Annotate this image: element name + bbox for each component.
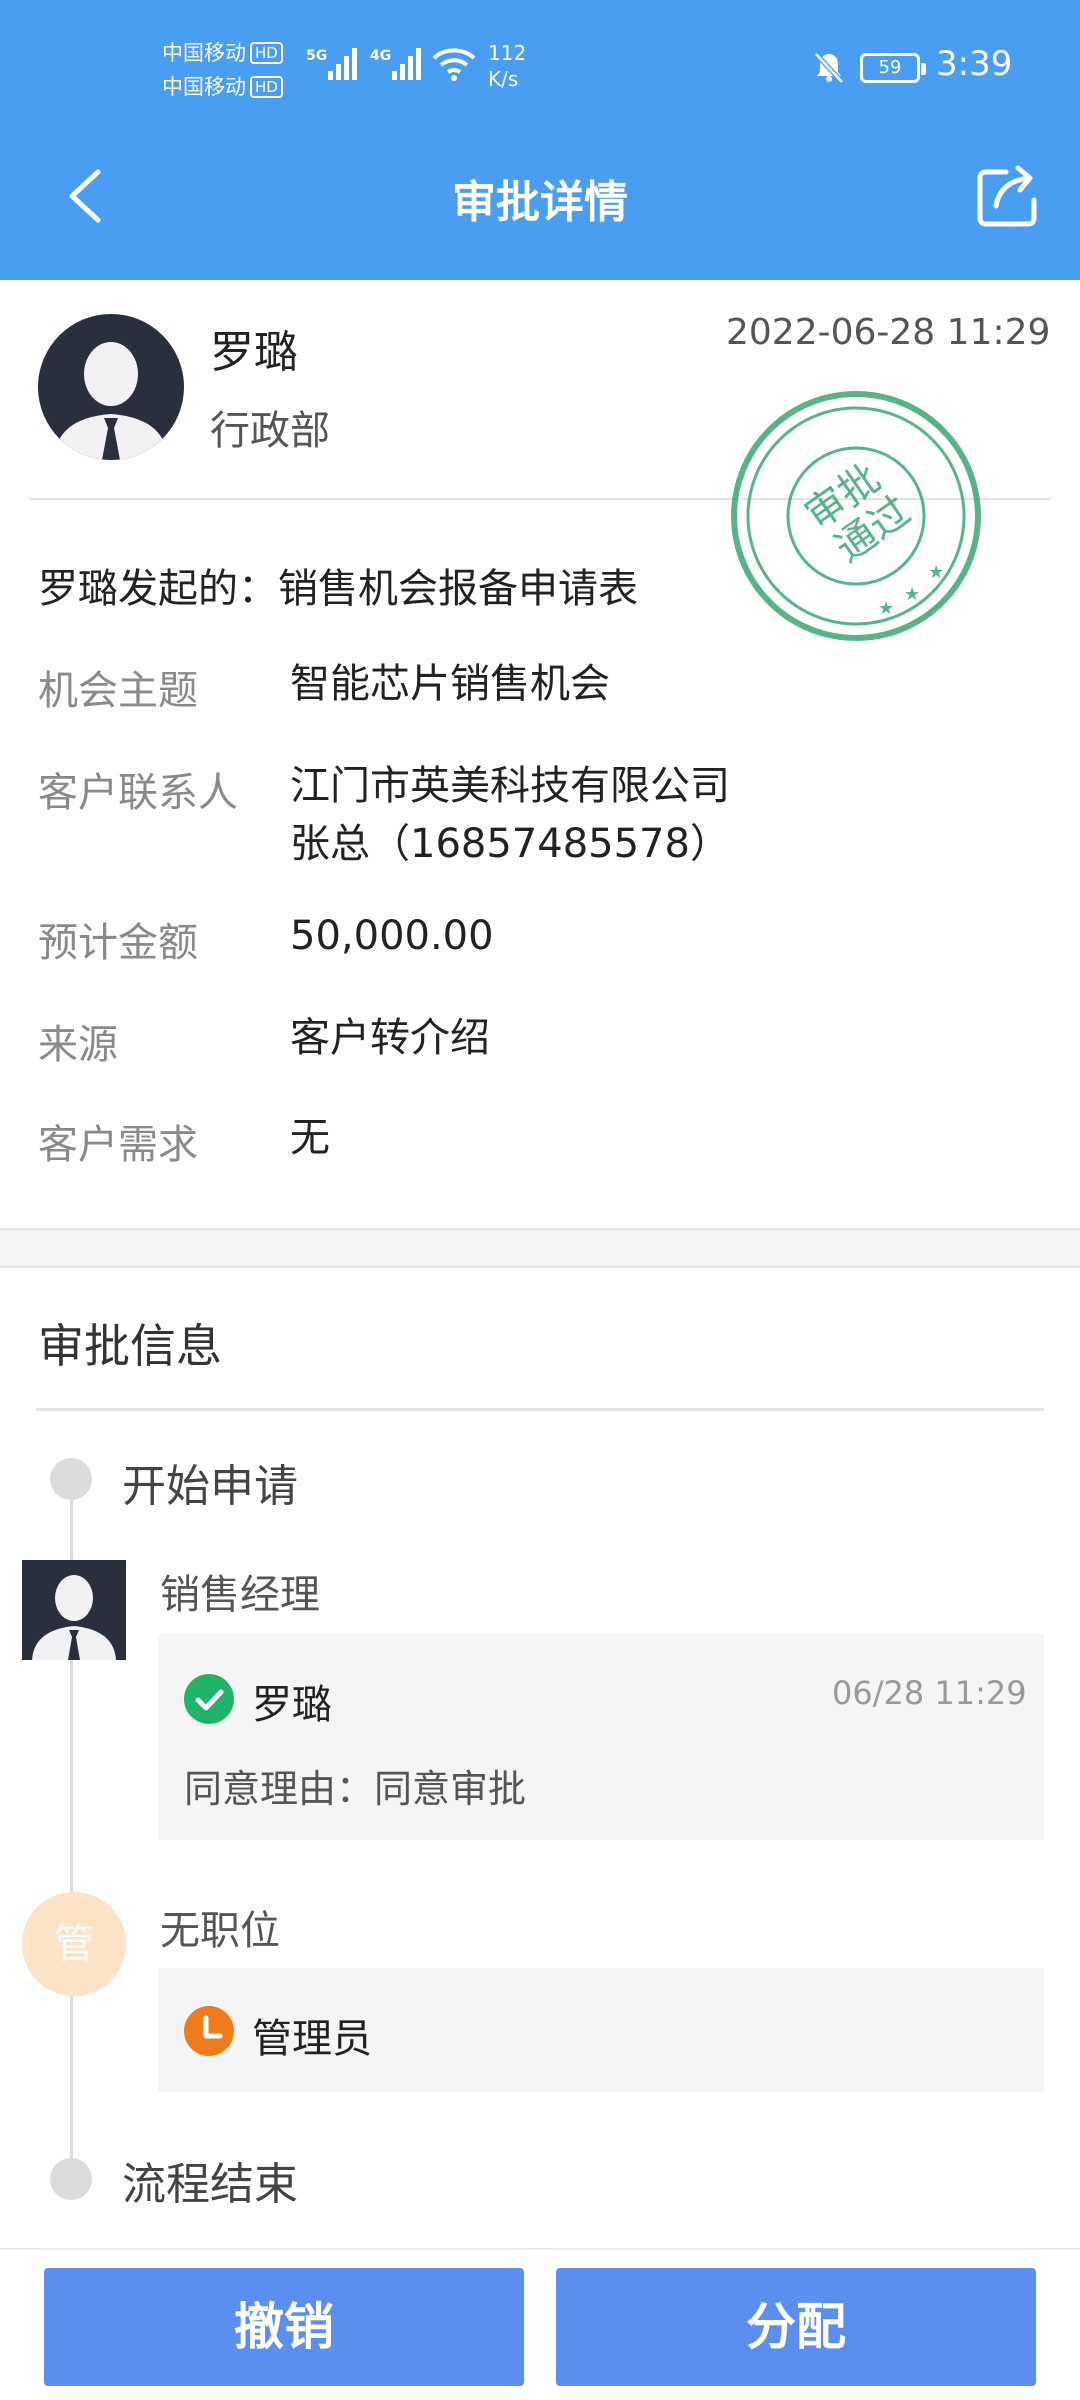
svg-text:★: ★ [904,584,920,605]
node-title-no-position: 无职位 [160,1908,280,1954]
avatar [38,314,184,460]
approval-section-title: 审批信息 [38,1319,222,1373]
approver-name: 罗璐 [252,1682,332,1728]
wifi-icon [432,48,476,81]
approver-avatar [22,1560,126,1660]
app-header: 中国移动 HD 中国移动 HD 5G 4G 112 K/s 59 3:39 审批… [0,0,1080,280]
field-label-amount: 预计金额 [38,920,198,966]
approved-stamp: 审批 通过 ★ ★ ★ [731,391,981,641]
form-title: 罗璐发起的：销售机会报备申请表 [38,566,638,612]
approve-reason: 同意理由：同意审批 [184,1767,527,1811]
applicant-name: 罗璐 [210,327,298,378]
svg-text:★: ★ [878,598,894,619]
approve-time: 06/28 11:29 [832,1674,1027,1712]
share-icon[interactable] [976,160,1040,228]
field-value-demand: 无 [290,1115,330,1161]
timeline-end-label: 流程结束 [122,2159,298,2210]
applicant-department: 行政部 [210,408,330,454]
field-label-demand: 客户需求 [38,1122,198,1168]
timeline-start-label: 开始申请 [122,1461,298,1512]
network-gen-label: 4G [370,48,392,64]
battery-icon: 59 [860,53,926,83]
divider [36,1408,1044,1411]
field-label-source: 来源 [38,1022,118,1068]
created-time: 2022-06-28 11:29 [726,312,1051,353]
hd-badge: HD [250,76,283,98]
clock-icon [184,2006,234,2056]
network-speed: 112 K/s [488,41,527,91]
hd-badge: HD [250,42,283,64]
carrier-1: 中国移动 [162,41,246,65]
field-value-contact-person: 张总（16857485578） [290,821,730,867]
user-avatar-icon [38,314,184,460]
status-bar: 中国移动 HD 中国移动 HD 5G 4G 112 K/s 59 3:39 [0,0,1080,140]
timeline-end-dot [50,2158,92,2200]
carrier-info: 中国移动 HD 中国移动 HD [162,36,283,104]
check-circle-icon [184,1674,234,1724]
bell-off-icon [814,52,844,84]
status-time: 3:39 [936,44,1013,84]
node-title-sales-manager: 销售经理 [160,1572,320,1618]
field-label-subject: 机会主题 [38,668,198,714]
pending-approver-name: 管理员 [252,2016,372,2062]
field-value-subject: 智能芯片销售机会 [290,661,610,707]
timeline-start-dot [50,1458,92,1500]
carrier-2: 中国移动 [162,75,246,99]
network-gen-label: 5G [306,48,328,64]
role-badge: 管 [22,1892,126,1996]
assign-button[interactable]: 分配 [556,2268,1036,2386]
field-value-amount: 50,000.00 [290,913,494,959]
field-label-contact: 客户联系人 [38,770,238,816]
svg-text:★: ★ [928,562,944,583]
field-value-contact-company: 江门市英美科技有限公司 [290,763,730,809]
section-separator [0,1228,1080,1268]
revoke-button[interactable]: 撤销 [44,2268,524,2386]
page-title: 审批详情 [452,177,628,228]
user-avatar-icon [22,1560,126,1660]
field-value-source: 客户转介绍 [290,1015,490,1061]
